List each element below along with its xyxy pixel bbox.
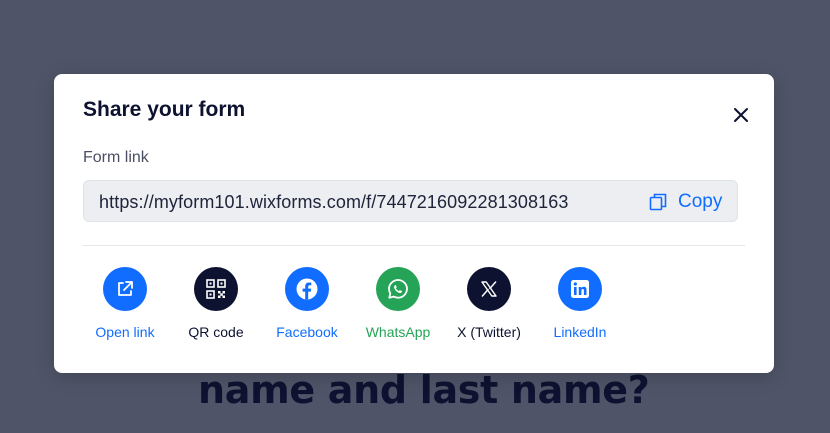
share-option-linkedin[interactable]: LinkedIn (534, 267, 626, 340)
form-link-field[interactable]: https://myform101.wixforms.com/f/7447216… (83, 180, 738, 222)
share-option-whatsapp[interactable]: WhatsApp (352, 267, 444, 340)
share-option-label: Facebook (276, 324, 338, 340)
share-option-qr-code[interactable]: QR code (170, 267, 262, 340)
facebook-icon (296, 278, 318, 300)
share-option-facebook[interactable]: Facebook (261, 267, 353, 340)
background-question-text: name and last name? (198, 368, 650, 412)
share-option-circle (103, 267, 147, 311)
share-option-circle (558, 267, 602, 311)
qr-code-icon (206, 279, 226, 299)
share-option-circle (285, 267, 329, 311)
share-option-circle (376, 267, 420, 311)
share-option-circle (194, 267, 238, 311)
copy-label: Copy (678, 191, 723, 212)
share-option-x-twitter[interactable]: X (Twitter) (443, 267, 535, 340)
share-option-label: Open link (95, 324, 155, 340)
modal-title: Share your form (83, 98, 246, 121)
copy-button[interactable]: Copy (648, 189, 722, 215)
divider (83, 245, 745, 246)
form-link-label: Form link (83, 149, 149, 166)
share-option-label: X (Twitter) (457, 324, 521, 340)
share-option-open-link[interactable]: Open link (79, 267, 171, 340)
linkedin-icon (571, 280, 589, 298)
close-button[interactable] (730, 104, 752, 126)
share-option-label: LinkedIn (553, 324, 607, 340)
share-option-label: WhatsApp (365, 324, 431, 340)
form-link-url: https://myform101.wixforms.com/f/7447216… (99, 192, 569, 212)
close-icon (734, 108, 748, 122)
share-option-label: QR code (188, 324, 244, 340)
open-link-icon (118, 281, 133, 296)
share-option-circle (467, 267, 511, 311)
share-form-modal: Share your form Form link https://myform… (54, 74, 774, 373)
copy-icon (649, 193, 667, 211)
whatsapp-icon (388, 279, 408, 299)
x-twitter-icon (481, 281, 497, 297)
